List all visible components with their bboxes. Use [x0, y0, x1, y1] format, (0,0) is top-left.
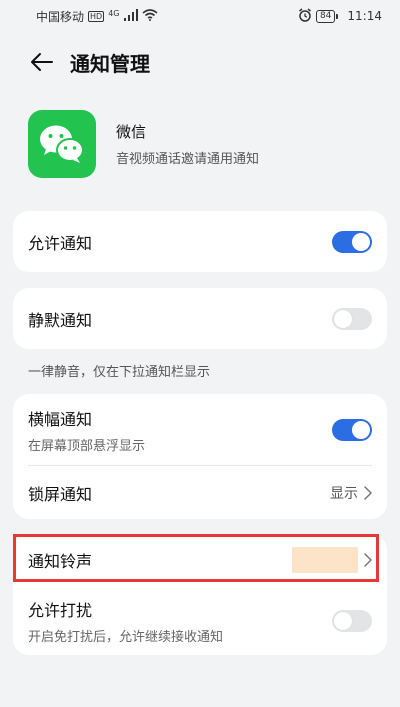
wechat-app-icon	[28, 110, 96, 178]
silent-notifications-toggle[interactable]	[332, 307, 372, 330]
battery-icon: 84	[315, 9, 339, 23]
status-left: 中国移动 HD 4G	[36, 8, 158, 25]
carrier-name: 中国移动	[36, 9, 85, 24]
app-name: 微信	[116, 123, 147, 141]
silent-notifications-row[interactable]: 静默通知	[13, 288, 387, 349]
allow-notifications-card: 允许通知	[13, 211, 387, 272]
notification-ringtone-row[interactable]: 通知铃声	[13, 534, 387, 586]
banner-notifications-text: 横幅通知 在屏幕顶部悬浮显示	[28, 406, 145, 454]
wechat-logo-icon	[40, 125, 84, 163]
toggle-knob	[334, 309, 352, 328]
banner-notifications-row[interactable]: 横幅通知 在屏幕顶部悬浮显示	[13, 394, 387, 466]
page-title: 通知管理	[70, 51, 150, 76]
app-description: 音视频通话邀请通用通知	[116, 152, 260, 167]
allow-notifications-label: 允许通知	[28, 233, 93, 253]
allow-disturb-label: 允许打扰	[28, 600, 93, 620]
ringtone-value-redacted	[292, 547, 358, 573]
allow-disturb-toggle[interactable]	[332, 609, 372, 632]
status-time: 11:14	[347, 9, 382, 23]
lock-screen-notifications-value: 显示	[330, 485, 358, 502]
chevron-right-icon	[364, 553, 372, 567]
lock-screen-notifications-label: 锁屏通知	[28, 484, 93, 504]
lock-screen-notifications-row[interactable]: 锁屏通知 显示	[13, 466, 387, 519]
allow-disturb-sub: 开启免打扰后，允许继续接收通知	[28, 629, 224, 645]
silent-notifications-note: 一律静音，仅在下拉通知栏显示	[28, 365, 211, 380]
allow-notifications-toggle[interactable]	[332, 230, 372, 253]
banner-notifications-label: 横幅通知	[28, 410, 93, 429]
back-button[interactable]	[22, 42, 62, 82]
silent-notifications-card: 静默通知	[13, 288, 387, 349]
allow-notifications-row[interactable]: 允许通知	[13, 211, 387, 272]
status-bar: 中国移动 HD 4G 84 11:14	[0, 0, 400, 32]
notification-ringtone-label: 通知铃声	[28, 552, 93, 571]
ringtone-value-group	[292, 547, 372, 573]
hd-badge: HD	[88, 10, 105, 22]
allow-disturb-text: 允许打扰 开启免打扰后，允许继续接收通知	[28, 597, 223, 645]
banner-notifications-toggle[interactable]	[332, 419, 372, 441]
display-settings-card: 横幅通知 在屏幕顶部悬浮显示 锁屏通知 显示	[13, 394, 387, 519]
wifi-icon	[141, 8, 158, 24]
network-type: 4G	[108, 8, 120, 18]
banner-notifications-sub: 在屏幕顶部悬浮显示	[28, 439, 146, 454]
toggle-knob	[352, 232, 370, 251]
allow-disturb-row[interactable]: 允许打扰 开启免打扰后，允许继续接收通知	[13, 586, 387, 655]
status-right: 84 11:14	[298, 7, 382, 25]
toggle-knob	[352, 421, 370, 439]
sound-settings-card: 通知铃声 允许打扰 开启免打扰后，允许继续接收通知	[13, 534, 387, 655]
silent-notifications-label: 静默通知	[28, 310, 93, 330]
lock-screen-value-group: 显示	[330, 483, 372, 503]
app-info: 微信 音视频通话邀请通用通知	[28, 110, 259, 178]
header: 通知管理	[0, 40, 400, 84]
alarm-icon	[298, 7, 312, 25]
toggle-knob	[334, 611, 352, 630]
app-text: 微信 音视频通话邀请通用通知	[116, 121, 259, 167]
signal-icon	[123, 8, 138, 24]
arrow-left-icon	[31, 53, 53, 71]
chevron-right-icon	[364, 485, 372, 500]
